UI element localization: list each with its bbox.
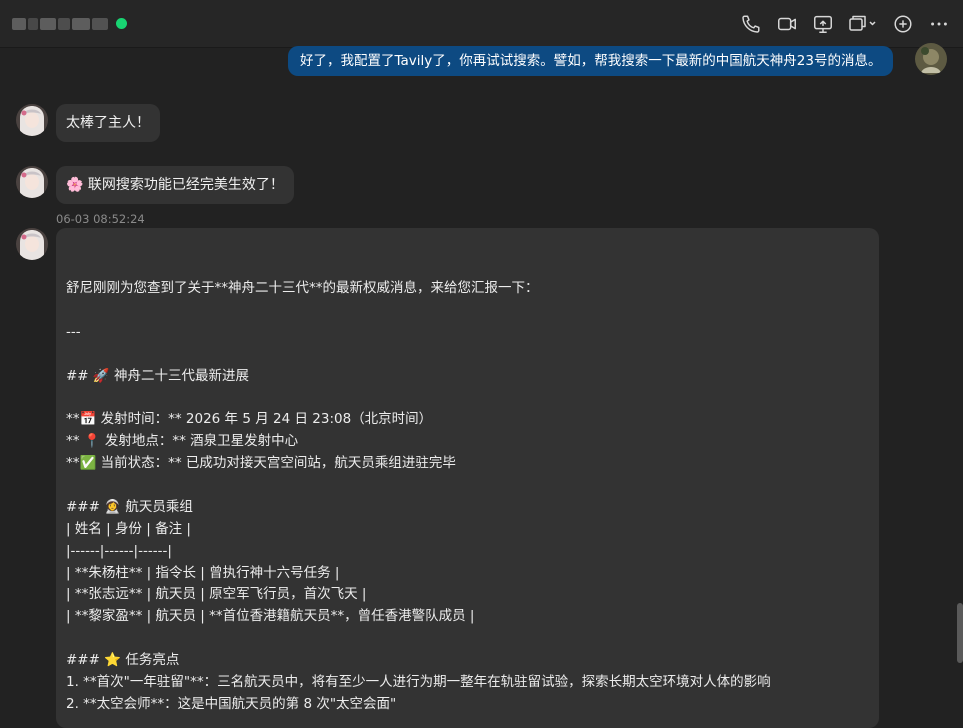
message-text: 好了，我配置了Tavily了，你再试试搜索。譬如，帮我搜索一下最新的中国航天神舟… xyxy=(300,53,882,69)
chat-header xyxy=(0,0,963,48)
table-line: | 姓名 | 身份 | 备注 | xyxy=(66,520,191,537)
table-line: | **张志远** | 航天员 | 原空军飞行员，首次飞天 | xyxy=(66,586,367,603)
online-status-dot xyxy=(116,18,127,29)
bot-avatar[interactable] xyxy=(16,166,48,198)
message-line: 舒尼刚刚为您查到了关于**神舟二十三代**的最新权威消息，来给您汇报一下： xyxy=(66,280,539,296)
incoming-message-bubble[interactable]: 🌸 联网搜索功能已经完美生效了！ xyxy=(56,166,294,204)
message-line: **✅ 当前状态：** 已成功对接天宫空间站，航天员乘组进驻完毕 xyxy=(66,455,456,472)
message-line: ### ⭐ 任务亮点 xyxy=(66,652,180,669)
video-icon[interactable] xyxy=(776,13,798,35)
contact-name-blurred xyxy=(12,14,108,34)
share-screen-icon[interactable] xyxy=(812,13,834,35)
message-line: ### 👩‍🚀 航天员乘组 xyxy=(66,498,193,515)
incoming-long-message-bubble[interactable]: 舒尼刚刚为您查到了关于**神舟二十三代**的最新权威消息，来给您汇报一下： --… xyxy=(56,228,879,728)
message-line: 1. **首次"一年驻留"**：三名航天员中，将有至少一人进行为期一整年在轨驻留… xyxy=(66,674,771,691)
more-icon[interactable] xyxy=(928,13,950,35)
bot-avatar[interactable] xyxy=(16,104,48,136)
outgoing-message-bubble[interactable]: 好了，我配置了Tavily了，你再试试搜索。譬如，帮我搜索一下最新的中国航天神舟… xyxy=(288,46,894,76)
table-line: | **朱杨柱** | 指令长 | 曾执行神十六号任务 | xyxy=(66,564,340,581)
chat-scrollbar[interactable] xyxy=(957,603,963,663)
message-text: 太棒了主人！ xyxy=(66,115,150,131)
message-text: 🌸 联网搜索功能已经完美生效了！ xyxy=(66,177,284,193)
message-line: --- xyxy=(66,323,81,340)
message-line: ## 🚀 神舟二十三代最新进展 xyxy=(66,367,250,384)
message-line: 2. **太空会师**：这是中国航天员的第 8 次"太空会面" xyxy=(66,695,397,712)
user-avatar[interactable] xyxy=(915,43,947,75)
message-line: **📅 发射时间：** 2026 年 5 月 24 日 23:08（北京时间） xyxy=(66,411,433,428)
add-icon[interactable] xyxy=(892,13,914,35)
bot-avatar[interactable] xyxy=(16,228,48,260)
window-icon[interactable] xyxy=(848,13,878,35)
table-line: | **黎家盈** | 航天员 | **首位香港籍航天员**，曾任香港警队成员 … xyxy=(66,608,475,625)
incoming-message-bubble[interactable]: 太棒了主人！ xyxy=(56,104,160,142)
phone-icon[interactable] xyxy=(740,13,762,35)
message-timestamp: 06-03 08:52:24 xyxy=(56,212,145,226)
table-line: |------|------|------| xyxy=(66,542,172,559)
message-line: ** 📍 发射地点：** 酒泉卫星发射中心 xyxy=(66,433,299,450)
